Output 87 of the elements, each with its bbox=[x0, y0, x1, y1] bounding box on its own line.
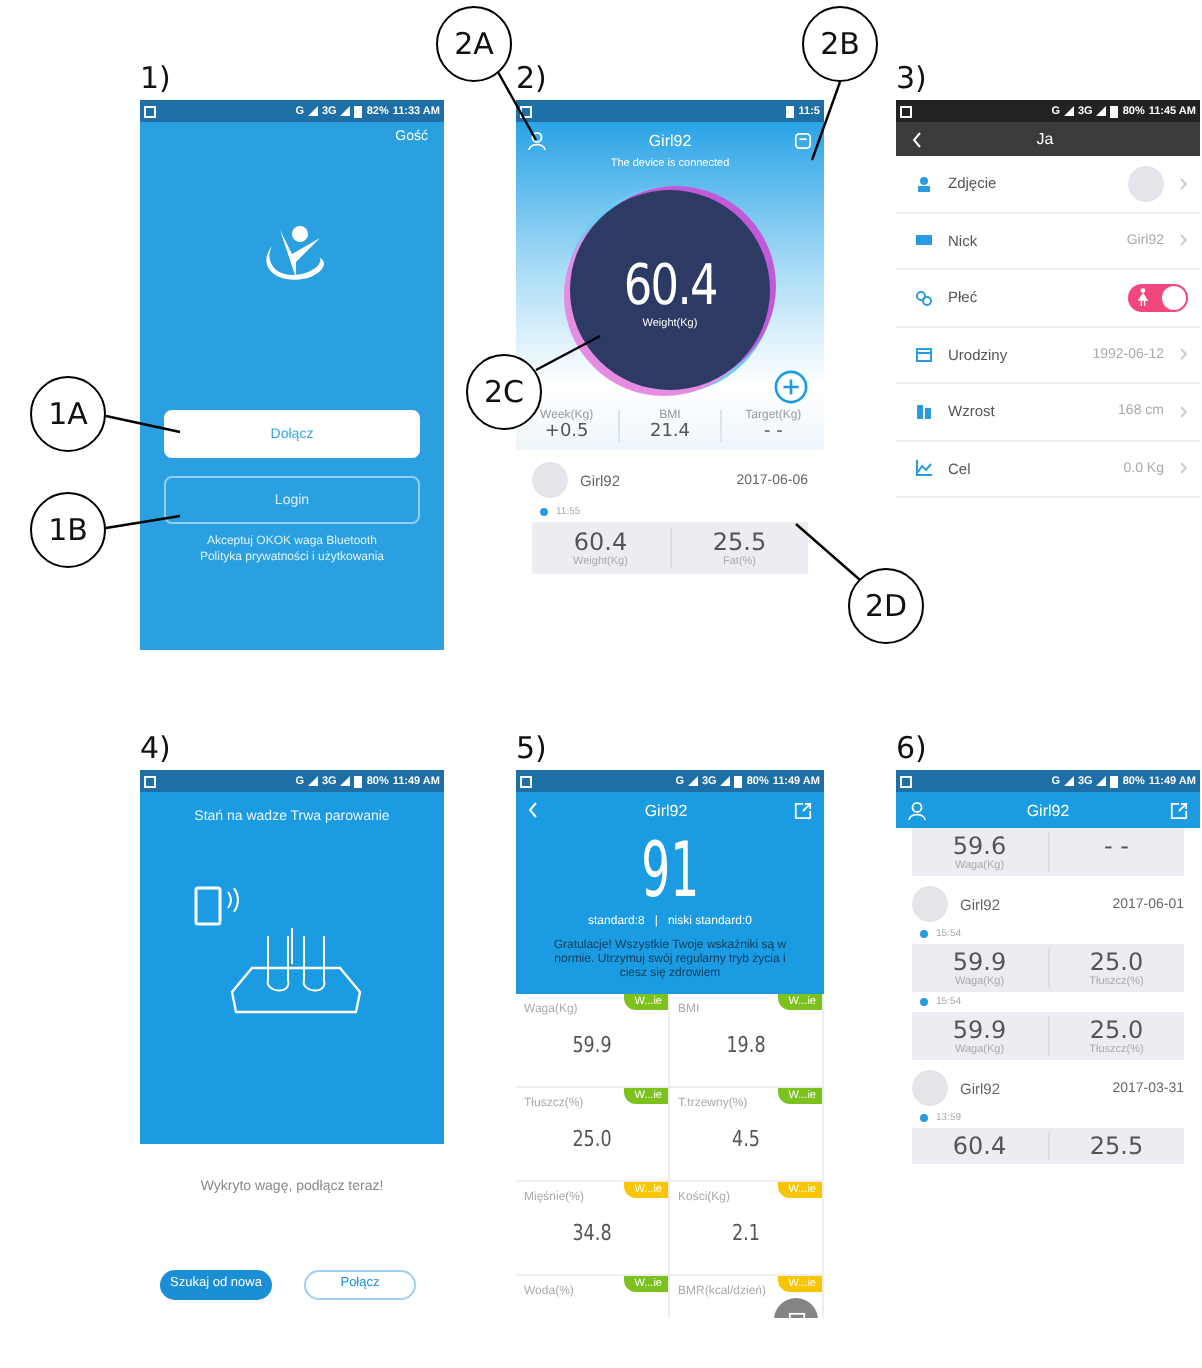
female-icon bbox=[1138, 288, 1148, 307]
weight-value: 60.4 bbox=[623, 251, 717, 317]
signal-icon bbox=[1096, 106, 1107, 116]
chevron-icon bbox=[1180, 462, 1188, 475]
add-icon[interactable] bbox=[774, 370, 808, 404]
metric-value: 19.8 bbox=[724, 1032, 768, 1058]
record-value: 59.9 bbox=[952, 1016, 1007, 1044]
signal-icon bbox=[340, 106, 351, 116]
battery-icon bbox=[1110, 105, 1119, 117]
callout-badge: 2D bbox=[848, 568, 924, 644]
leader-line bbox=[105, 514, 181, 530]
signal-icon bbox=[720, 776, 731, 786]
chevron-icon bbox=[1180, 234, 1188, 247]
callout-badge: 1B bbox=[30, 492, 106, 568]
avatar-icon bbox=[912, 1070, 948, 1106]
timeline-dot bbox=[920, 998, 928, 1006]
chart-icon bbox=[916, 460, 932, 477]
step-number: 1) bbox=[140, 58, 173, 100]
signal-icon bbox=[307, 106, 318, 116]
callout-badge: 1A bbox=[30, 376, 106, 452]
signal-icon bbox=[687, 776, 698, 786]
metric-value: 4.5 bbox=[730, 1126, 762, 1152]
gender-switch[interactable] bbox=[1128, 283, 1188, 312]
timeline-dot bbox=[540, 508, 548, 516]
battery-icon bbox=[1110, 775, 1119, 787]
notification-icon bbox=[900, 775, 912, 787]
battery-icon bbox=[786, 105, 795, 117]
chevron-icon bbox=[1180, 348, 1188, 361]
callout-badge: 2C bbox=[466, 354, 542, 430]
metric-value: 34.8 bbox=[570, 1220, 614, 1246]
signal-icon bbox=[1063, 106, 1074, 116]
metric-value: 59.9 bbox=[570, 1032, 614, 1058]
record-value: 59.9 bbox=[952, 948, 1007, 976]
notification-icon bbox=[520, 105, 532, 117]
record-value: 25.0 bbox=[1089, 948, 1144, 976]
calendar-icon bbox=[916, 346, 932, 363]
record-value: 59.6 bbox=[952, 832, 1007, 860]
step-number: 5) bbox=[516, 728, 549, 770]
chevron-icon bbox=[1180, 177, 1188, 190]
step-number: 3) bbox=[896, 58, 929, 100]
record-value: 25.5 bbox=[1089, 1132, 1144, 1160]
card-icon bbox=[916, 232, 932, 249]
leader-line bbox=[795, 523, 861, 581]
stat-value: 21.4 bbox=[649, 422, 691, 442]
callout-badge: 2A bbox=[436, 6, 512, 82]
chevron-icon bbox=[1180, 405, 1188, 418]
stat-value: - - bbox=[764, 422, 783, 442]
signal-icon bbox=[1063, 776, 1074, 786]
timeline-dot bbox=[920, 1114, 928, 1122]
avatar-icon bbox=[532, 462, 568, 498]
notification-icon bbox=[144, 105, 156, 117]
avatar-icon bbox=[912, 886, 948, 922]
record-card[interactable]: 60.4 25.5 bbox=[912, 1128, 1184, 1164]
share-icon[interactable] bbox=[1170, 801, 1188, 819]
record-value: 25.0 bbox=[1089, 1016, 1144, 1044]
stat-value: +0.5 bbox=[544, 422, 589, 442]
screen-title: Girl92 bbox=[648, 131, 692, 149]
notification-icon bbox=[144, 775, 156, 787]
metric-value: 2.1 bbox=[730, 1220, 762, 1246]
person-icon bbox=[916, 175, 932, 192]
screen-title: Girl92 bbox=[1026, 801, 1070, 819]
screen-title: Girl92 bbox=[644, 801, 688, 819]
leader-line bbox=[535, 334, 601, 372]
step-number: 2) bbox=[516, 58, 549, 100]
battery-icon bbox=[354, 775, 363, 787]
leader-line bbox=[105, 414, 181, 434]
share-icon[interactable] bbox=[794, 801, 812, 819]
notification-icon bbox=[900, 105, 912, 117]
screen-title: Ja bbox=[1034, 130, 1056, 148]
signal-icon bbox=[1096, 776, 1107, 786]
timeline-dot bbox=[920, 930, 928, 938]
battery-icon bbox=[734, 775, 743, 787]
user-icon[interactable] bbox=[528, 131, 546, 149]
record-value: 25.5 bbox=[712, 528, 767, 556]
signal-icon bbox=[340, 776, 351, 786]
score-value: 91 bbox=[640, 828, 699, 912]
callout-badge: 2B bbox=[802, 6, 878, 82]
record-value: 60.4 bbox=[573, 528, 628, 556]
battery-icon bbox=[354, 105, 363, 117]
signal-icon bbox=[307, 776, 318, 786]
record-value: - - bbox=[1104, 832, 1129, 860]
metric-value: 25.0 bbox=[570, 1126, 614, 1152]
record-value: 60.4 bbox=[952, 1132, 1007, 1160]
back-icon[interactable] bbox=[912, 131, 922, 147]
step-number: 6) bbox=[896, 728, 929, 770]
notification-icon bbox=[520, 775, 532, 787]
step-number: 4) bbox=[140, 728, 173, 770]
